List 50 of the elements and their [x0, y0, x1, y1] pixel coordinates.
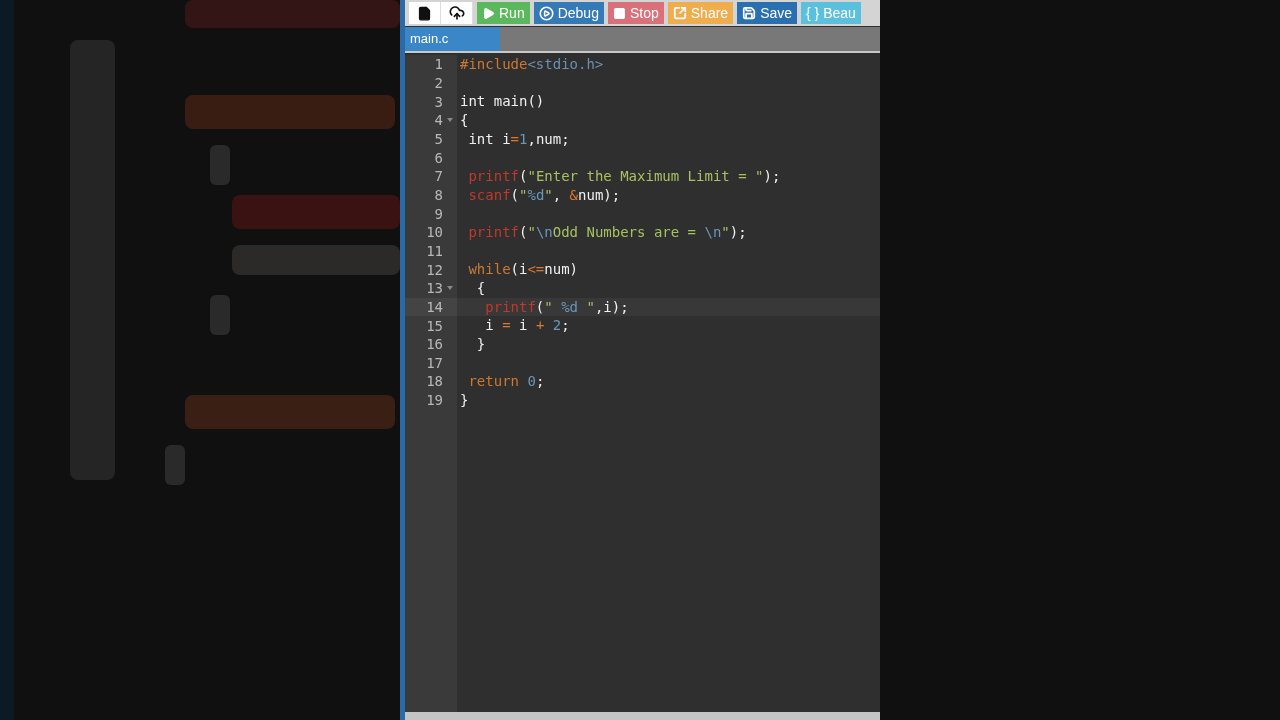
toolbar-button[interactable]: Share	[667, 2, 734, 24]
line-number: 6	[434, 149, 443, 166]
toolbar-button[interactable]: Stop	[607, 2, 664, 24]
upload-icon	[448, 5, 465, 21]
line-number: 15	[426, 317, 443, 334]
code-line: int i=1,num;	[467, 129, 570, 149]
code-line: printf("Enter the Maximum Limit = ");	[467, 166, 781, 186]
share-icon	[672, 6, 687, 20]
stop-icon	[612, 6, 626, 20]
code-line: }	[459, 390, 469, 410]
toolbar-button[interactable]: Run	[477, 2, 530, 24]
play-icon	[482, 6, 495, 20]
line-number: 13	[426, 280, 443, 297]
line-number: 9	[434, 205, 443, 222]
code-line: printf("\nOdd Numbers are = \n");	[467, 222, 747, 242]
toolbar-button[interactable]: { } Beau	[801, 2, 861, 24]
line-number: 19	[426, 392, 443, 409]
toolbar-button[interactable]: Save	[737, 2, 798, 24]
line-number: 14	[426, 298, 443, 315]
code-line: printf(" %d ",i);	[484, 297, 629, 317]
circle-play-icon	[538, 5, 554, 21]
toolbar-button[interactable]: Debug	[533, 2, 604, 24]
line-number: 4	[434, 112, 443, 129]
line-number: 17	[426, 354, 443, 371]
line-number: 1	[434, 56, 443, 73]
file-icon	[417, 5, 432, 21]
horizontal-scrollbar[interactable]	[405, 712, 880, 720]
line-number: 3	[434, 93, 443, 110]
code-line: {	[475, 278, 486, 298]
line-number: 12	[426, 261, 443, 278]
line-number: 16	[426, 336, 443, 353]
line-number: 8	[434, 186, 443, 203]
code-line: return 0;	[467, 372, 545, 391]
line-number: 7	[434, 168, 443, 185]
code-line: }	[475, 334, 486, 354]
line-number: 5	[434, 130, 443, 147]
code-line: while(i<=num)	[467, 260, 578, 279]
line-number: 11	[426, 242, 443, 259]
fold-arrow-icon[interactable]	[447, 117, 453, 122]
save-icon	[742, 6, 757, 20]
fold-arrow-icon[interactable]	[447, 285, 453, 290]
line-number: 10	[426, 224, 443, 241]
file-tab[interactable]: main.c	[405, 27, 500, 51]
code-line: scanf("%d", &num);	[467, 185, 621, 205]
line-number: 2	[434, 75, 443, 91]
code-line: int main()	[459, 92, 545, 111]
code-line: i = i + 2;	[484, 316, 570, 335]
code-line: {	[459, 110, 469, 130]
code-line: #include<stdio.h>	[459, 55, 604, 74]
line-number: 18	[426, 373, 443, 390]
